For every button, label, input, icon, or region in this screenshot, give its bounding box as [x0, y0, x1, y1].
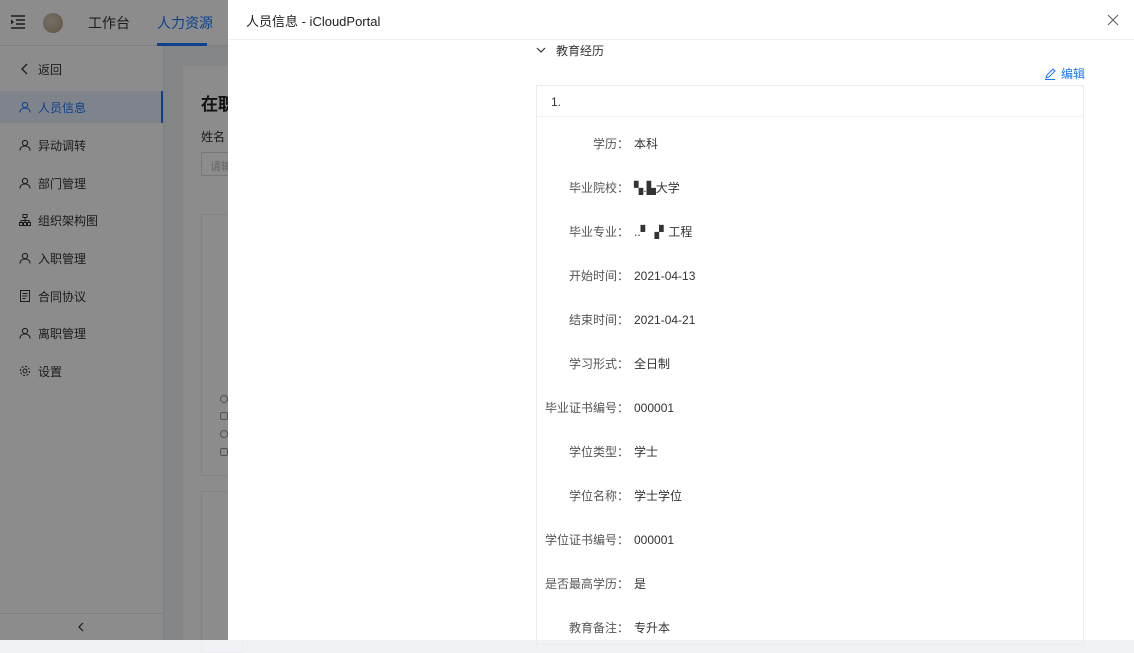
drawer-title: 人员信息 - iCloudPortal: [246, 14, 381, 29]
field-value: 000001: [634, 533, 675, 547]
education-section-header[interactable]: 教育经历: [536, 42, 604, 58]
field-value: 2021-04-21: [634, 313, 696, 327]
field-value: 学士学位: [634, 489, 683, 503]
education-record: 1. 学历： 本科 毕业院校： ▚.▙大学 毕业专业： ..▘▗▘工程 开始时间…: [536, 85, 1084, 645]
field-label: 毕业证书编号：: [544, 401, 629, 415]
field-value: ▚.▙大学: [634, 181, 680, 195]
field-row-education-note: 教育备注： 专升本: [537, 619, 1085, 637]
drawer-header: 人员信息 - iCloudPortal: [228, 0, 1134, 40]
field-label: 学位证书编号：: [544, 533, 629, 547]
field-value: 专升本: [634, 621, 671, 635]
field-row-study-mode: 学习形式： 全日制: [537, 355, 1085, 373]
field-row-degree-type: 学位类型： 学士: [537, 443, 1085, 461]
field-label: 学位类型：: [568, 445, 629, 459]
field-row-highest-degree: 是否最高学历： 是: [537, 575, 1085, 593]
field-label: 开始时间：: [568, 269, 629, 283]
close-icon[interactable]: [1106, 13, 1120, 27]
field-row-degree: 学历： 本科: [537, 135, 1085, 153]
field-label: 学位名称：: [568, 489, 629, 503]
field-value: 全日制: [634, 357, 671, 371]
field-value: ..▘▗▘工程: [634, 225, 693, 239]
field-label: 毕业院校：: [568, 181, 629, 195]
field-value: 学士: [634, 445, 659, 459]
field-row-degree-name: 学位名称： 学士学位: [537, 487, 1085, 505]
field-value: 是: [634, 577, 647, 591]
field-label: 是否最高学历：: [544, 577, 629, 591]
edit-button[interactable]: 编辑: [1044, 65, 1085, 82]
field-label: 学习形式：: [568, 357, 629, 371]
field-label: 结束时间：: [568, 313, 629, 327]
field-label: 教育备注：: [568, 621, 629, 635]
edit-button-label: 编辑: [1061, 67, 1086, 81]
field-value: 000001: [634, 401, 675, 415]
field-row-degree-cert-no: 学位证书编号： 000001: [537, 531, 1085, 549]
field-row-major: 毕业专业： ..▘▗▘工程: [537, 223, 1085, 241]
field-label: 学历：: [592, 137, 629, 151]
field-row-school: 毕业院校： ▚.▙大学: [537, 179, 1085, 197]
personnel-info-drawer: 人员信息 - iCloudPortal 教育经历 编辑 1. 学历： 本科 毕业…: [228, 0, 1134, 645]
field-label: 毕业专业：: [568, 225, 629, 239]
field-row-start-date: 开始时间： 2021-04-13: [537, 267, 1085, 285]
field-row-end-date: 结束时间： 2021-04-21: [537, 311, 1085, 329]
edit-icon: [1045, 67, 1056, 80]
section-title: 教育经历: [556, 43, 605, 58]
field-row-diploma-no: 毕业证书编号： 000001: [537, 399, 1085, 417]
field-value: 本科: [634, 137, 659, 151]
field-value: 2021-04-13: [634, 269, 696, 283]
chevron-down-icon: [536, 47, 546, 53]
record-index: 1.: [537, 86, 1083, 117]
